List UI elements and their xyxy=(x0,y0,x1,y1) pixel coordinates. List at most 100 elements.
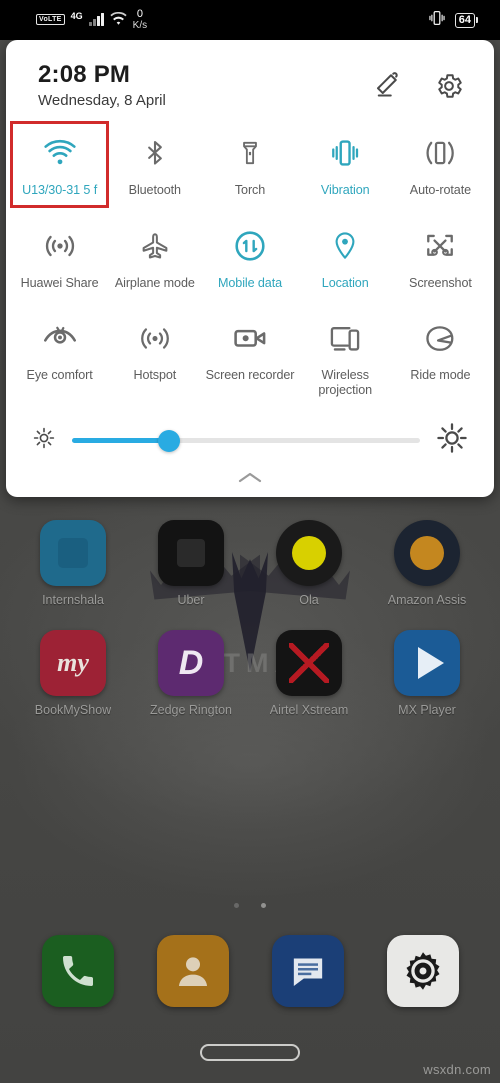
internshala-app-icon[interactable] xyxy=(40,520,106,586)
network-speed-unit: K/s xyxy=(132,20,148,32)
battery-cap xyxy=(476,17,478,23)
app-bookmyshow[interactable]: my BookMyShow xyxy=(27,630,119,717)
airtel-xstream-app-icon[interactable] xyxy=(276,630,342,696)
internshala-glyph xyxy=(58,538,88,568)
mxplayer-app-icon[interactable] xyxy=(394,630,460,696)
qs-tile-label: Auto-rotate xyxy=(409,182,472,197)
settings-gear-icon[interactable] xyxy=(386,935,459,1007)
qs-tile-vibration[interactable]: Vibration xyxy=(298,123,393,206)
app-ola[interactable]: Ola xyxy=(263,520,355,607)
wireless-projection-icon xyxy=(328,318,362,358)
qs-tile-wifi[interactable]: U13/30-31 5 f xyxy=(9,120,110,209)
brightness-control xyxy=(6,406,494,463)
brightness-low-icon[interactable] xyxy=(32,426,56,455)
qs-tile-label: Huawei Share xyxy=(20,276,99,291)
qs-tile-label: Ride mode xyxy=(410,367,471,382)
qs-tile-wireless-projection[interactable]: Wireless projection xyxy=(298,308,393,407)
qs-tile-label: Screen recorder xyxy=(205,367,295,382)
qs-tile-bluetooth[interactable]: Bluetooth xyxy=(107,123,202,206)
qs-tile-label: Wireless projection xyxy=(318,367,373,397)
battery-percent-label: 64 xyxy=(454,12,475,28)
qs-tile-mobile-data[interactable]: Mobile data xyxy=(202,216,297,299)
app-label: Ola xyxy=(299,593,319,607)
brightness-slider-thumb[interactable] xyxy=(158,429,181,452)
qs-tile-eye-comfort[interactable]: Eye comfort xyxy=(12,308,107,407)
qs-tile-location[interactable]: Location xyxy=(298,216,393,299)
home-dock xyxy=(0,935,500,1007)
qs-tile-airplane-mode[interactable]: Airplane mode xyxy=(107,216,202,299)
gesture-home-bar[interactable] xyxy=(200,1044,300,1061)
qs-tile-torch[interactable]: Torch xyxy=(202,123,297,206)
qs-tile-auto-rotate[interactable]: Auto-rotate xyxy=(393,123,488,206)
qs-tile-label: Location xyxy=(321,276,369,291)
battery-indicator: 64 xyxy=(454,12,478,28)
clock-time: 2:08 PM xyxy=(38,61,131,88)
qs-tile-label: Mobile data xyxy=(218,276,283,291)
pencil-edit-icon[interactable] xyxy=(370,71,400,106)
app-internshala[interactable]: Internshala xyxy=(27,520,119,607)
bookmyshow-app-icon[interactable]: my xyxy=(40,630,106,696)
app-label: Zedge Rington xyxy=(149,703,232,717)
messages-icon[interactable] xyxy=(271,935,344,1007)
amazon-glyph xyxy=(410,536,444,570)
qs-tile-ride-mode[interactable]: Ride mode xyxy=(393,308,488,407)
qs-tile-hotspot[interactable]: Hotspot xyxy=(107,308,202,407)
status-bar-left: VoLTE 4G 0 K/s xyxy=(36,8,147,31)
gear-icon[interactable] xyxy=(434,71,464,106)
qs-tile-label: U13/30-31 5 f xyxy=(22,182,98,197)
app-label: Uber xyxy=(177,593,205,607)
wifi-icon xyxy=(110,12,127,31)
bluetooth-icon xyxy=(141,133,169,173)
phone-screen: BATMAN Internshala Uber Ola Amazon Assis xyxy=(0,0,500,1083)
app-mxplayer[interactable]: MX Player xyxy=(381,630,473,717)
volte-icon: VoLTE xyxy=(36,14,65,26)
qs-tile-label: Hotspot xyxy=(133,367,177,382)
qs-tile-label: Vibration xyxy=(320,182,370,197)
home-app-row-1: Internshala Uber Ola Amazon Assis xyxy=(0,520,500,607)
status-bar: VoLTE 4G 0 K/s 64 xyxy=(0,0,500,40)
eye-icon xyxy=(42,318,78,358)
contacts-icon[interactable] xyxy=(156,935,229,1007)
qs-tile-label: Bluetooth xyxy=(128,182,181,197)
chevron-up-icon[interactable] xyxy=(236,470,264,491)
app-amazon-assistant[interactable]: Amazon Assis xyxy=(381,520,473,607)
app-uber[interactable]: Uber xyxy=(145,520,237,607)
clock-date: Wednesday, 8 April xyxy=(38,91,166,109)
app-label: BookMyShow xyxy=(34,703,112,717)
brightness-slider[interactable] xyxy=(72,429,420,452)
status-bar-right: 64 xyxy=(427,10,478,31)
qs-tile-label: Eye comfort xyxy=(26,367,93,382)
flashlight-icon xyxy=(237,133,263,173)
app-zedge[interactable]: D Zedge Rington xyxy=(145,630,237,717)
ola-app-icon[interactable] xyxy=(276,520,342,586)
auto-rotate-icon xyxy=(424,133,456,173)
home-app-row-2: my BookMyShow D Zedge Rington Airtel Xst… xyxy=(0,630,500,717)
qs-tile-label: Torch xyxy=(234,182,266,197)
amazon-assistant-app-icon[interactable] xyxy=(394,520,460,586)
zedge-app-icon[interactable]: D xyxy=(158,630,224,696)
page-dot[interactable] xyxy=(234,903,239,908)
uber-app-icon[interactable] xyxy=(158,520,224,586)
hotspot-icon xyxy=(139,318,171,358)
collapse-panel-handle[interactable] xyxy=(6,463,494,497)
app-airtel-xstream[interactable]: Airtel Xstream xyxy=(263,630,355,717)
phone-icon[interactable] xyxy=(41,935,114,1007)
airtel-glyph xyxy=(289,643,329,683)
quick-settings-row-2: Huawei Share Airplane mode Mobile data L… xyxy=(6,216,494,299)
qs-tile-huawei-share[interactable]: Huawei Share xyxy=(12,216,107,299)
airplane-icon xyxy=(139,226,171,266)
qs-tile-label: Airplane mode xyxy=(114,276,195,291)
app-label: Amazon Assis xyxy=(387,593,467,607)
qs-tile-screen-recorder[interactable]: Screen recorder xyxy=(202,308,297,407)
home-page-indicator xyxy=(0,903,500,908)
brightness-high-icon[interactable] xyxy=(436,422,468,459)
brightness-slider-fill xyxy=(72,438,170,444)
zedge-glyph: D xyxy=(178,643,204,682)
qs-tile-screenshot[interactable]: Screenshot xyxy=(393,216,488,299)
screenshot-icon xyxy=(423,226,457,266)
mobile-data-icon xyxy=(233,226,267,266)
app-label: Airtel Xstream xyxy=(269,703,349,717)
clock-block: 2:08 PM Wednesday, 8 April xyxy=(38,61,370,109)
page-dot-active[interactable] xyxy=(261,903,266,908)
uber-glyph xyxy=(177,539,205,567)
